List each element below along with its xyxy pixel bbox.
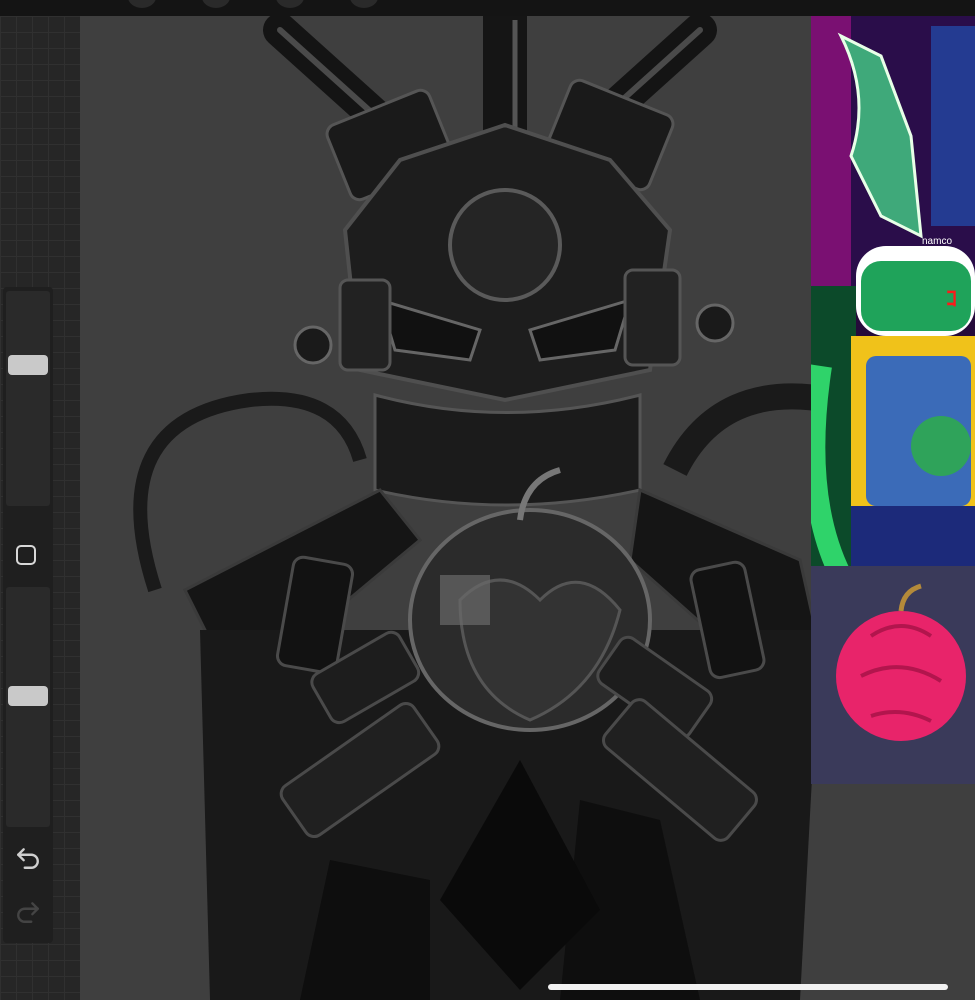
brush-size-thumb[interactable] (8, 355, 48, 376)
brush-size-slider[interactable] (6, 291, 50, 506)
brush-sidebar (3, 287, 53, 943)
redo-icon[interactable] (15, 899, 41, 925)
arcade-reference-image: ｺ (811, 16, 975, 784)
reference-image-panel[interactable]: ｺ namco (811, 16, 975, 784)
adjustments-button[interactable] (276, 0, 304, 8)
home-indicator[interactable] (548, 984, 948, 990)
top-toolbar (0, 0, 975, 16)
undo-icon[interactable] (15, 845, 41, 871)
brand-label: namco (922, 236, 953, 247)
opacity-slider[interactable] (6, 587, 50, 827)
gallery-button[interactable] (128, 0, 156, 8)
modify-button[interactable] (16, 545, 36, 565)
actions-button[interactable] (202, 0, 230, 8)
opacity-thumb[interactable] (8, 686, 48, 706)
svg-text:ｺ: ｺ (946, 286, 957, 311)
selection-button[interactable] (350, 0, 378, 8)
